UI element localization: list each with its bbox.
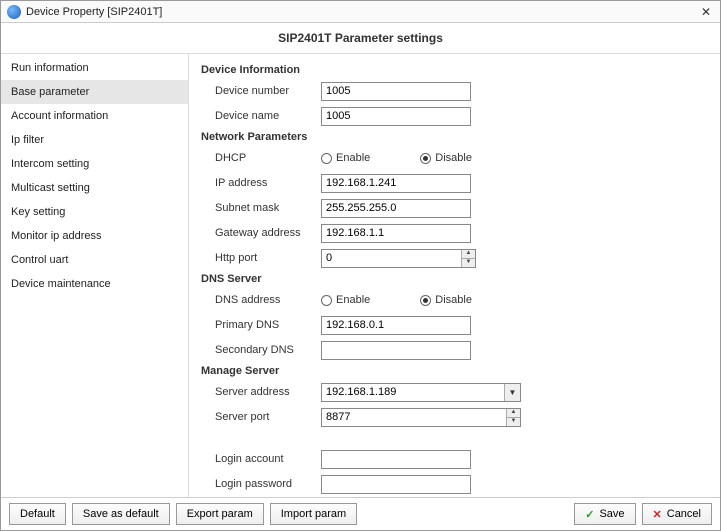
- sidebar-item-monitor-ip-address[interactable]: Monitor ip address: [1, 224, 188, 248]
- section-device-information: Device Information: [201, 64, 708, 76]
- x-icon: ✕: [653, 508, 662, 521]
- server-address-label: Server address: [201, 386, 321, 398]
- sidebar-item-key-setting[interactable]: Key setting: [1, 200, 188, 224]
- ip-address-label: IP address: [201, 177, 321, 189]
- secondary-dns-label: Secondary DNS: [201, 344, 321, 356]
- section-dns-server: DNS Server: [201, 273, 708, 285]
- http-port-spin[interactable]: ▲▼: [321, 249, 476, 268]
- subnet-mask-input[interactable]: [321, 199, 471, 218]
- ip-address-input[interactable]: [321, 174, 471, 193]
- login-account-input[interactable]: [321, 450, 471, 469]
- spin-down-icon[interactable]: ▼: [462, 259, 475, 267]
- cancel-button[interactable]: ✕ Cancel: [642, 503, 712, 525]
- radio-icon: [420, 153, 431, 164]
- server-address-input[interactable]: [322, 384, 504, 401]
- save-as-default-button[interactable]: Save as default: [72, 503, 170, 525]
- button-label: Export param: [187, 508, 253, 520]
- radio-icon: [321, 153, 332, 164]
- sidebar-item-base-parameter[interactable]: Base parameter: [1, 80, 188, 104]
- device-name-label: Device name: [201, 110, 321, 122]
- sidebar-item-run-information[interactable]: Run information: [1, 56, 188, 80]
- sidebar-item-intercom-setting[interactable]: Intercom setting: [1, 152, 188, 176]
- dns-disable-radio[interactable]: Disable: [420, 294, 472, 306]
- sidebar-item-device-maintenance[interactable]: Device maintenance: [1, 272, 188, 296]
- primary-dns-label: Primary DNS: [201, 319, 321, 331]
- spin-arrows: ▲▼: [506, 409, 520, 426]
- close-icon[interactable]: ✕: [698, 4, 714, 20]
- login-account-label: Login account: [201, 453, 321, 465]
- content-area: Run information Base parameter Account i…: [1, 54, 720, 497]
- button-label: Cancel: [667, 508, 701, 520]
- page-subtitle: SIP2401T Parameter settings: [1, 23, 720, 54]
- button-label: Default: [20, 508, 55, 520]
- device-number-input[interactable]: [321, 82, 471, 101]
- sidebar-item-control-uart[interactable]: Control uart: [1, 248, 188, 272]
- spin-up-icon[interactable]: ▲: [507, 409, 520, 418]
- spin-down-icon[interactable]: ▼: [507, 418, 520, 426]
- section-manage-server: Manage Server: [201, 365, 708, 377]
- radio-label: Enable: [336, 152, 370, 164]
- spin-arrows: ▲▼: [461, 250, 475, 267]
- check-icon: ✓: [585, 508, 594, 521]
- server-port-spin[interactable]: ▲▼: [321, 408, 521, 427]
- subnet-mask-label: Subnet mask: [201, 202, 321, 214]
- gateway-address-input[interactable]: [321, 224, 471, 243]
- secondary-dns-input[interactable]: [321, 341, 471, 360]
- gateway-address-label: Gateway address: [201, 227, 321, 239]
- section-network-parameters: Network Parameters: [201, 131, 708, 143]
- primary-dns-input[interactable]: [321, 316, 471, 335]
- radio-icon: [321, 295, 332, 306]
- dhcp-label: DHCP: [201, 152, 321, 164]
- http-port-input[interactable]: [322, 250, 461, 267]
- radio-label: Disable: [435, 152, 472, 164]
- dhcp-enable-radio[interactable]: Enable: [321, 152, 370, 164]
- save-button[interactable]: ✓ Save: [574, 503, 635, 525]
- titlebar: Device Property [SIP2401T] ✕: [1, 1, 720, 23]
- export-param-button[interactable]: Export param: [176, 503, 264, 525]
- button-label: Import param: [281, 508, 346, 520]
- device-name-input[interactable]: [321, 107, 471, 126]
- window-title: Device Property [SIP2401T]: [26, 6, 698, 18]
- sidebar-item-multicast-setting[interactable]: Multicast setting: [1, 176, 188, 200]
- radio-label: Enable: [336, 294, 370, 306]
- server-port-input[interactable]: [322, 409, 506, 426]
- default-button[interactable]: Default: [9, 503, 66, 525]
- login-password-label: Login password: [201, 478, 321, 490]
- server-port-label: Server port: [201, 411, 321, 423]
- dns-enable-radio[interactable]: Enable: [321, 294, 370, 306]
- dhcp-radio-group: Enable Disable: [321, 152, 472, 164]
- main-panel: Device Information Device number Device …: [189, 54, 720, 497]
- footer: Default Save as default Export param Imp…: [1, 497, 720, 530]
- server-address-combo[interactable]: ▼: [321, 383, 521, 402]
- http-port-label: Http port: [201, 252, 321, 264]
- chevron-down-icon[interactable]: ▼: [504, 384, 520, 401]
- radio-icon: [420, 295, 431, 306]
- dns-address-label: DNS address: [201, 294, 321, 306]
- dns-address-radio-group: Enable Disable: [321, 294, 472, 306]
- spin-up-icon[interactable]: ▲: [462, 250, 475, 259]
- login-password-input[interactable]: [321, 475, 471, 494]
- sidebar-item-account-information[interactable]: Account information: [1, 104, 188, 128]
- app-icon: [7, 5, 21, 19]
- dhcp-disable-radio[interactable]: Disable: [420, 152, 472, 164]
- radio-label: Disable: [435, 294, 472, 306]
- import-param-button[interactable]: Import param: [270, 503, 357, 525]
- sidebar-item-ip-filter[interactable]: Ip filter: [1, 128, 188, 152]
- button-label: Save: [599, 508, 624, 520]
- button-label: Save as default: [83, 508, 159, 520]
- device-number-label: Device number: [201, 85, 321, 97]
- sidebar: Run information Base parameter Account i…: [1, 54, 189, 497]
